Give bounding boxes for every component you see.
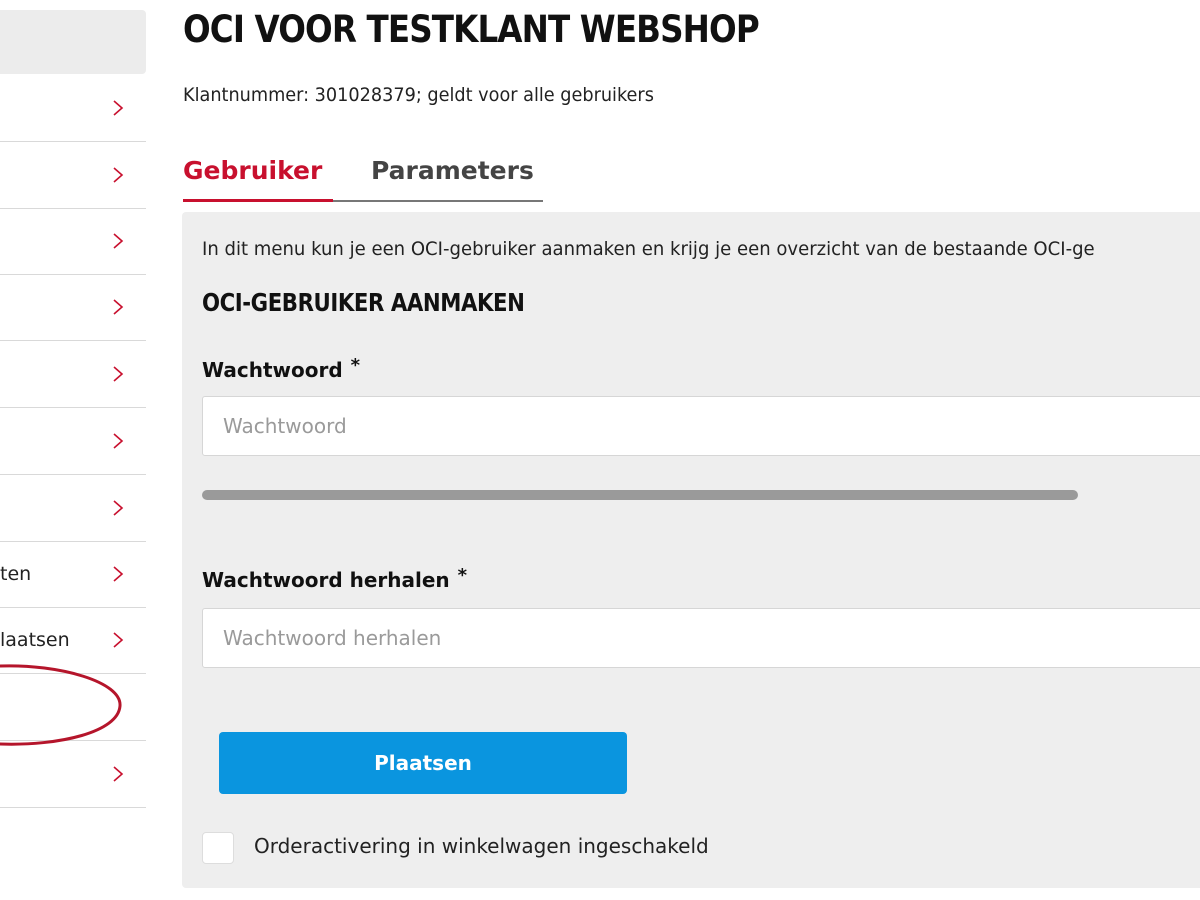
chevron-right-icon: [104, 741, 132, 807]
repeat-password-label: Wachtwoord herhalen *: [202, 565, 468, 592]
required-mark: *: [350, 355, 361, 376]
chevron-right-icon: [104, 142, 132, 208]
chevron-right-icon: [104, 75, 132, 141]
sidebar-item-6[interactable]: [0, 408, 146, 475]
oci-user-panel: In dit menu kun je een OCI-gebruiker aan…: [182, 212, 1200, 888]
sidebar-item-11[interactable]: [0, 741, 146, 808]
password-label-text: Wachtwoord: [202, 358, 343, 382]
password-label: Wachtwoord *: [202, 355, 361, 382]
sidebar-item-8[interactable]: ten: [0, 541, 146, 608]
required-mark: *: [457, 565, 468, 586]
chevron-right-icon: [104, 208, 132, 274]
sidebar-item-7[interactable]: [0, 475, 146, 542]
password-strength-bar: [202, 490, 1078, 500]
sidebar-item-3[interactable]: [0, 208, 146, 275]
sidebar-item-2[interactable]: [0, 142, 146, 209]
chevron-right-icon: [104, 341, 132, 407]
chevron-right-icon: [104, 408, 132, 474]
plaatsen-button[interactable]: Plaatsen: [219, 732, 627, 794]
sidebar-item-label: ten: [0, 563, 32, 585]
order-activation-label: Orderactivering in winkelwagen ingeschak…: [254, 834, 709, 858]
chevron-right-icon: [104, 274, 132, 340]
sidebar-item-1[interactable]: [0, 75, 146, 142]
sidebar-item-4[interactable]: [0, 274, 146, 341]
password-input[interactable]: [202, 396, 1200, 456]
chevron-right-icon: [104, 541, 132, 607]
sidebar-header: [0, 10, 146, 74]
intro-text: In dit menu kun je een OCI-gebruiker aan…: [202, 238, 1095, 260]
tab-gebruiker[interactable]: Gebruiker: [183, 156, 322, 185]
customer-number-text: Klantnummer: 301028379; geldt voor alle …: [183, 84, 654, 106]
highlight-circle-annotation: [0, 664, 122, 746]
repeat-password-label-text: Wachtwoord herhalen: [202, 568, 450, 592]
sidebar-item-5[interactable]: [0, 341, 146, 408]
section-title: OCI-GEBRUIKER AANMAKEN: [202, 288, 525, 317]
chevron-right-icon: [104, 475, 132, 541]
order-activation-checkbox[interactable]: [202, 832, 234, 864]
active-tab-indicator: [183, 199, 333, 202]
repeat-password-input[interactable]: [202, 608, 1200, 668]
tab-parameters[interactable]: Parameters: [371, 156, 534, 185]
tab-bar: Gebruiker Parameters: [183, 150, 543, 202]
sidebar: ten laatsen: [0, 0, 146, 900]
page-title: OCI VOOR TESTKLANT WEBSHOP: [183, 8, 760, 51]
